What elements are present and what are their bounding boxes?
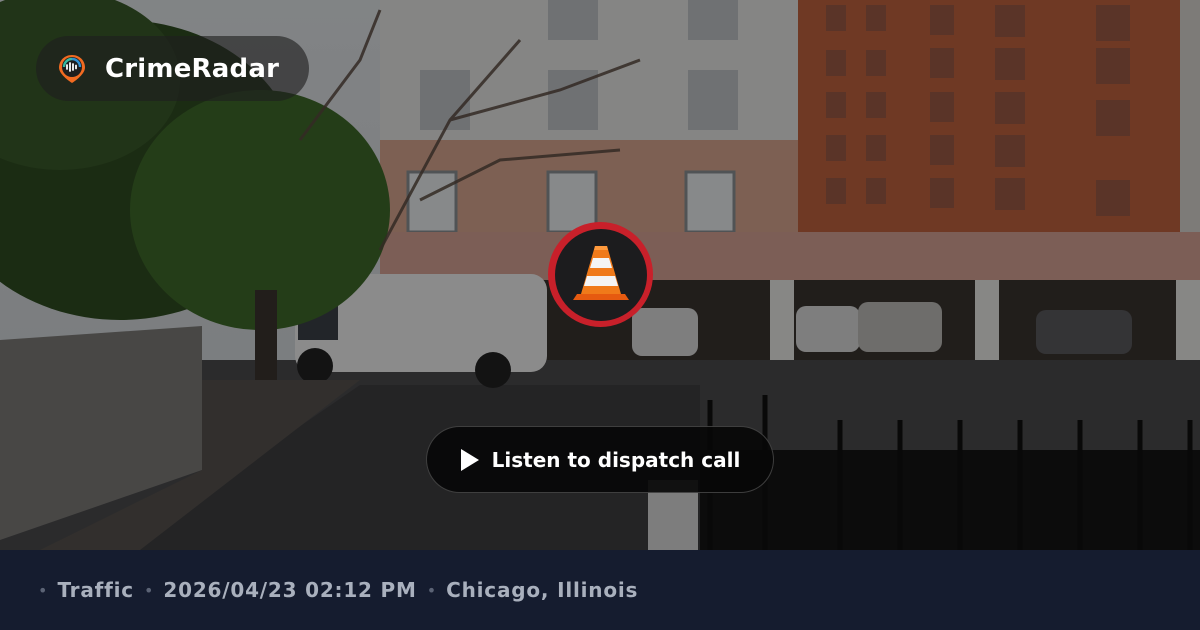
play-icon [460,448,480,472]
listen-dispatch-button[interactable]: Listen to dispatch call [426,426,774,493]
incident-location: Chicago, Illinois [446,578,639,602]
separator-dot: • [426,580,437,600]
radar-pin-icon [56,53,88,85]
listen-dispatch-label: Listen to dispatch call [491,447,741,472]
incident-footer: • Traffic • 2026/04/23 02:12 PM • Chicag… [0,550,1200,630]
incident-category: Traffic [57,578,134,602]
incident-marker[interactable] [548,222,653,327]
brand-pill[interactable]: CrimeRadar [36,36,309,101]
separator-dot: • [143,580,154,600]
brand-name: CrimeRadar [105,53,280,84]
separator-dot: • [38,580,48,600]
incident-datetime: 2026/04/23 02:12 PM [163,578,417,602]
traffic-cone-icon [571,242,631,308]
